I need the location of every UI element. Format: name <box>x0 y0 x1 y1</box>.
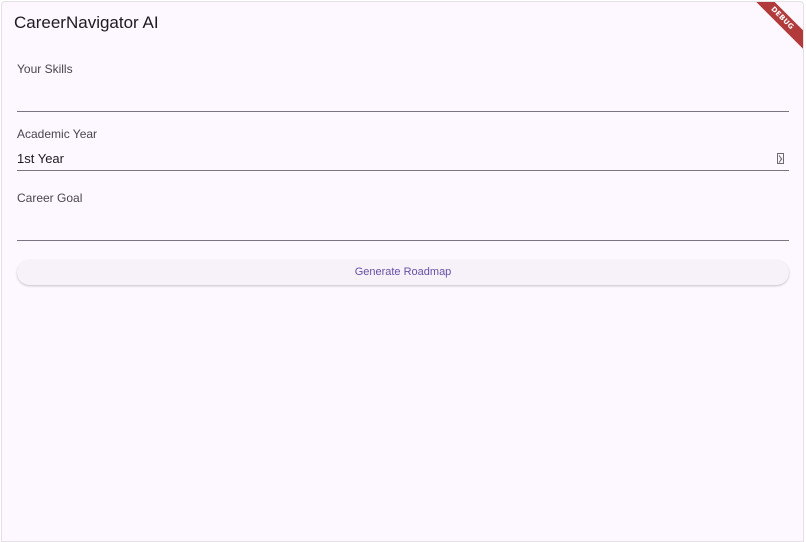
career-goal-field[interactable]: Career Goal <box>17 189 789 243</box>
debug-ribbon: DEBUG <box>746 2 803 54</box>
skills-underline <box>17 111 789 112</box>
academic-year-value: 1st Year <box>17 151 64 166</box>
academic-year-dropdown[interactable]: Academic Year 1st Year <box>17 125 789 173</box>
app-window: CareerNavigator AI Your Skills Academic … <box>1 1 804 542</box>
career-goal-underline <box>17 240 789 241</box>
debug-banner: DEBUG <box>743 2 803 62</box>
academic-year-underline <box>17 170 789 171</box>
career-goal-label: Career Goal <box>17 191 83 205</box>
skills-input[interactable] <box>17 86 789 108</box>
generate-roadmap-button[interactable]: Generate Roadmap <box>17 260 789 285</box>
skills-field[interactable]: Your Skills <box>17 60 789 114</box>
academic-year-label: Academic Year <box>17 127 98 141</box>
app-title: CareerNavigator AI <box>14 13 159 32</box>
dropdown-arrow-icon[interactable] <box>777 153 784 164</box>
skills-label: Your Skills <box>17 62 73 76</box>
career-goal-input[interactable] <box>17 215 789 237</box>
